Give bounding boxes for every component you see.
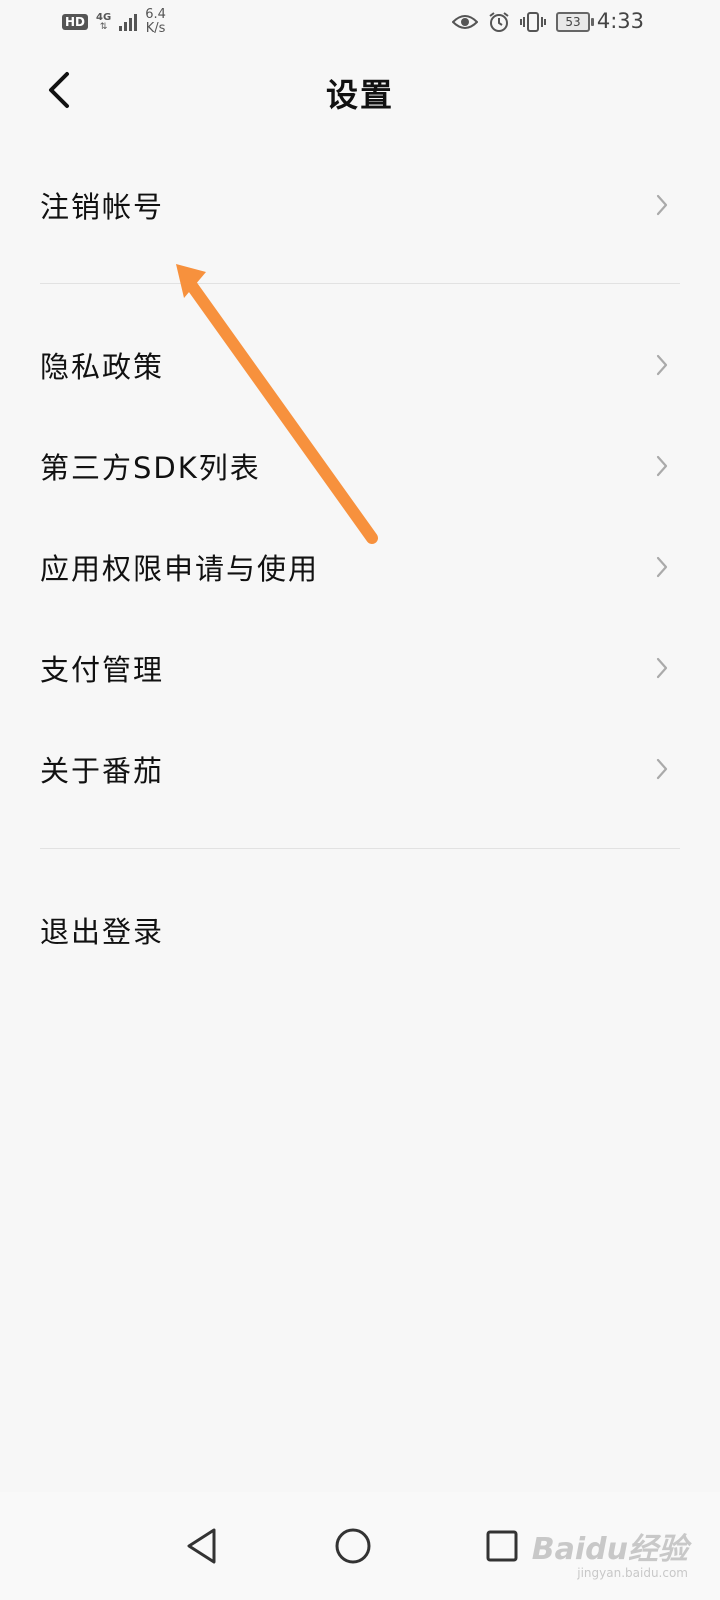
watermark: Baidu经验 jingyan.baidu.com — [531, 1532, 688, 1581]
settings-item-label: 注销帐号 — [40, 190, 165, 224]
eye-comfort-icon — [452, 15, 478, 29]
settings-item-label: 隐私政策 — [40, 350, 165, 384]
network-speed-unit: K/s — [145, 21, 166, 36]
settings-item-label: 应用权限申请与使用 — [40, 552, 320, 586]
status-bar: HD 4G ⇅ 6.4 K/s 53 4:33 — [0, 0, 720, 50]
vibrate-icon — [520, 12, 546, 32]
settings-item-app-permissions[interactable]: 应用权限申请与使用 — [0, 522, 720, 612]
divider — [40, 848, 680, 849]
logout-label: 退出登录 — [40, 915, 165, 949]
signal-icon — [119, 13, 138, 31]
settings-item-payment[interactable]: 支付管理 — [0, 623, 720, 713]
system-nav-bar: Baidu经验 jingyan.baidu.com — [0, 1492, 720, 1600]
network-type: 4G — [96, 11, 112, 23]
nav-recent-button[interactable] — [472, 1516, 532, 1576]
logout-button[interactable]: 退出登录 — [0, 885, 720, 975]
hd-badge: HD — [62, 14, 89, 30]
status-right: 53 — [452, 11, 594, 33]
square-recent-icon — [486, 1530, 518, 1562]
top-bar: 设置 — [0, 50, 720, 130]
nav-back-button[interactable] — [172, 1516, 232, 1576]
page-title: 设置 — [325, 76, 394, 114]
settings-item-privacy-policy[interactable]: 隐私政策 — [0, 320, 720, 410]
chevron-right-icon — [656, 455, 668, 477]
status-time: 4:33 — [596, 9, 644, 33]
settings-item-about[interactable]: 关于番茄 — [0, 724, 720, 814]
settings-item-label: 第三方SDK列表 — [40, 451, 261, 485]
settings-item-label: 支付管理 — [40, 653, 165, 687]
watermark-brand: Baidu经验 — [531, 1532, 688, 1567]
chevron-right-icon — [656, 657, 668, 679]
settings-screen: HD 4G ⇅ 6.4 K/s 53 4:33 设置 注销帐号 隐私政策 第三方… — [0, 0, 720, 1600]
circle-home-icon — [335, 1528, 371, 1564]
settings-item-deactivate-account[interactable]: 注销帐号 — [0, 160, 720, 250]
network-speed: 6.4 K/s — [145, 8, 166, 36]
status-left: HD 4G ⇅ 6.4 K/s — [62, 8, 166, 36]
watermark-url: jingyan.baidu.com — [577, 1566, 688, 1580]
settings-item-third-party-sdk[interactable]: 第三方SDK列表 — [0, 421, 720, 511]
chevron-right-icon — [656, 354, 668, 376]
chevron-right-icon — [656, 556, 668, 578]
settings-item-label: 关于番茄 — [40, 754, 165, 788]
network-speed-value: 6.4 — [145, 7, 166, 22]
battery-icon: 53 — [556, 12, 594, 32]
divider — [40, 283, 680, 284]
alarm-icon — [489, 12, 509, 32]
network-indicator: 4G ⇅ — [96, 11, 112, 32]
nav-home-button[interactable] — [323, 1516, 383, 1576]
triangle-back-icon — [187, 1528, 216, 1564]
data-arrows-icon: ⇅ — [99, 21, 108, 32]
chevron-right-icon — [656, 194, 668, 216]
chevron-right-icon — [656, 758, 668, 780]
